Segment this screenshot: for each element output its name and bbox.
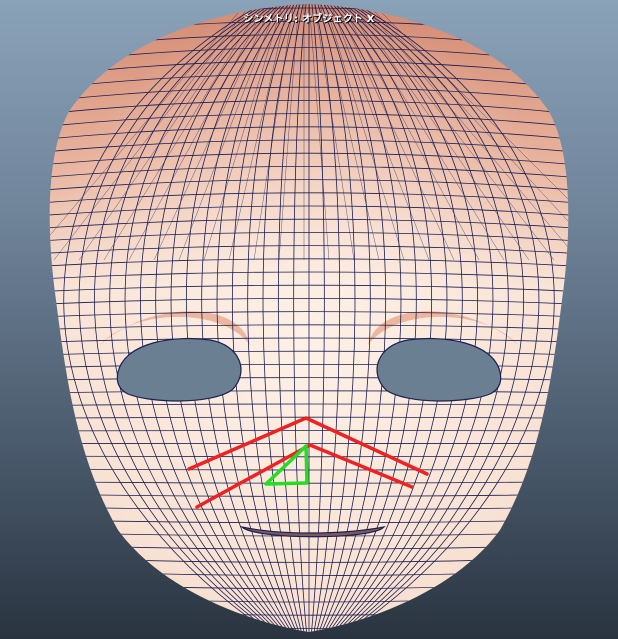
head-mesh[interactable] [29,0,618,639]
head-mesh-scene[interactable] [0,0,618,639]
3d-viewport[interactable]: シンメトリ: オブジェクト X [0,0,618,639]
symmetry-status-label: シンメトリ: オブジェクト X [243,14,375,25]
